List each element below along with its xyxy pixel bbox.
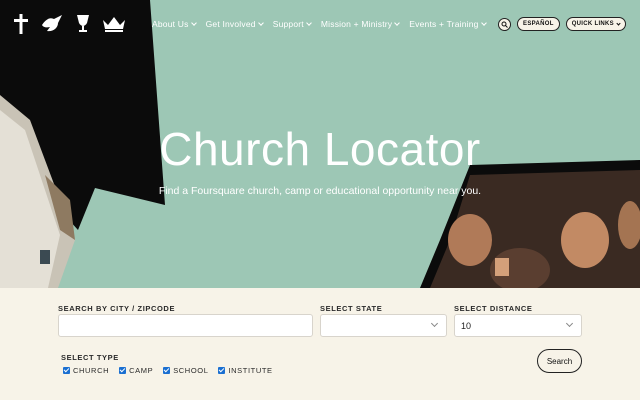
menu-support[interactable]: Support xyxy=(272,19,312,29)
type-checkboxes: CHURCH CAMP SCHOOL INSTITUTE xyxy=(63,366,273,375)
type-school-checkbox[interactable]: SCHOOL xyxy=(163,366,208,375)
chevron-down-icon xyxy=(480,20,487,26)
type-church-label: CHURCH xyxy=(73,366,110,375)
chevron-down-icon xyxy=(306,20,312,26)
distance-label: SELECT DISTANCE xyxy=(454,304,533,313)
chevron-down-icon xyxy=(190,20,197,26)
type-church-checkbox[interactable]: CHURCH xyxy=(63,366,109,375)
locator-form: SEARCH BY CITY / ZIPCODE SELECT STATE SE… xyxy=(0,288,640,400)
type-label: SELECT TYPE xyxy=(61,353,119,362)
logo-icons[interactable] xyxy=(14,14,126,39)
state-select[interactable] xyxy=(320,314,447,337)
type-institute-checkbox[interactable]: INSTITUTE xyxy=(218,366,272,375)
menu-about-us[interactable]: About Us xyxy=(152,19,197,29)
type-institute-label: INSTITUTE xyxy=(228,366,273,375)
menu-get-involved[interactable]: Get Involved xyxy=(205,19,264,29)
chevron-down-icon xyxy=(616,20,621,26)
dove-icon xyxy=(40,15,64,38)
hero-banner: About Us Get Involved Support Mission + … xyxy=(0,0,640,288)
menu-about-us-label: About Us xyxy=(152,19,189,29)
type-camp-label: CAMP xyxy=(129,366,154,375)
menu-mission-ministry[interactable]: Mission + Ministry xyxy=(320,19,401,29)
chevron-down-icon xyxy=(565,319,574,328)
cross-icon xyxy=(14,14,28,39)
search-button[interactable] xyxy=(498,15,512,33)
checkbox-checked-icon xyxy=(119,367,127,374)
chevron-down-icon xyxy=(430,319,439,328)
distance-select[interactable]: 10 xyxy=(454,314,582,337)
city-label: SEARCH BY CITY / ZIPCODE xyxy=(58,304,176,313)
page-title: Church Locator xyxy=(159,123,481,175)
search-submit-button[interactable]: Search xyxy=(537,349,582,373)
header-tools: ESPAÑOL QUICK LINKS xyxy=(498,17,626,31)
chevron-down-icon xyxy=(394,20,401,26)
checkbox-checked-icon xyxy=(218,367,226,374)
type-camp-checkbox[interactable]: CAMP xyxy=(119,366,153,375)
menu-mission-ministry-label: Mission + Ministry xyxy=(320,19,393,29)
page-subtitle: Find a Foursquare church, camp or educat… xyxy=(158,185,482,197)
checkbox-checked-icon xyxy=(163,367,171,374)
type-school-label: SCHOOL xyxy=(173,366,209,375)
menu-get-involved-label: Get Involved xyxy=(205,19,256,29)
search-icon xyxy=(501,15,508,33)
menu-support-label: Support xyxy=(272,19,304,29)
crown-icon xyxy=(102,16,126,37)
distance-value: 10 xyxy=(461,321,472,331)
state-label: SELECT STATE xyxy=(320,304,383,313)
espanol-button[interactable]: ESPAÑOL xyxy=(517,17,560,31)
main-menu: About Us Get Involved Support Mission + … xyxy=(152,19,487,29)
city-input[interactable] xyxy=(58,314,313,337)
cup-icon xyxy=(76,15,90,38)
espanol-label: ESPAÑOL xyxy=(523,21,554,27)
chevron-down-icon xyxy=(257,20,264,26)
quick-links-button[interactable]: QUICK LINKS xyxy=(565,17,626,31)
top-navigation: About Us Get Involved Support Mission + … xyxy=(0,0,640,50)
quick-links-label: QUICK LINKS xyxy=(571,21,614,27)
checkbox-checked-icon xyxy=(63,367,70,374)
menu-events-training-label: Events + Training xyxy=(409,19,479,29)
menu-events-training[interactable]: Events + Training xyxy=(409,19,487,29)
